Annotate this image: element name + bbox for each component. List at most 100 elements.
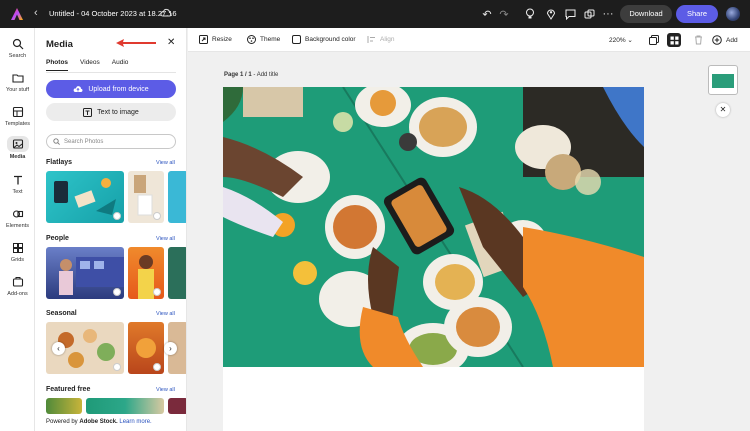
rail-item-text[interactable]: Text [0, 174, 35, 195]
canvas-toolbar: Resize Theme Background color Align 220%… [188, 28, 750, 52]
add-page-button[interactable]: Add [712, 35, 738, 45]
rail-label: Templates [4, 121, 31, 127]
search-photos-input[interactable]: Search Photos [46, 134, 176, 149]
left-rail: Search Your stuff Templates Media Text E… [0, 28, 35, 431]
page-number: Page 1 / 1 [224, 72, 252, 78]
photo-thumbnail[interactable] [128, 171, 164, 223]
carousel-next-button[interactable]: › [164, 342, 177, 355]
resize-button[interactable]: Resize [199, 35, 232, 44]
grids-icon [12, 243, 23, 253]
premium-badge-icon [153, 363, 161, 371]
add-icon [712, 35, 722, 45]
search-icon [12, 38, 23, 50]
search-placeholder: Search Photos [64, 138, 104, 145]
section-title-flatlays: Flatlays [46, 159, 73, 166]
undo-icon[interactable]: ↶ [480, 7, 494, 21]
back-chevron-icon[interactable]: ‹ [34, 7, 38, 19]
upload-label: Upload from device [88, 85, 149, 93]
close-icon[interactable]: ✕ [716, 103, 730, 117]
align-button[interactable]: Align [367, 35, 394, 44]
photo-thumbnail[interactable] [86, 398, 164, 414]
more-icon[interactable]: ··· [601, 7, 615, 21]
page-thumbnail-image [712, 74, 734, 88]
canvas-workspace: Page 1 / 1 - Add title ✕ [188, 53, 750, 431]
photo-thumbnail[interactable] [46, 171, 124, 223]
theme-button[interactable]: Theme [247, 35, 280, 44]
rail-item-search[interactable]: Search [0, 38, 35, 59]
share-link-icon[interactable] [582, 7, 596, 21]
rail-item-add-ons[interactable]: Add-ons [0, 276, 35, 297]
align-icon [367, 36, 375, 43]
design-page[interactable] [223, 87, 644, 431]
rail-item-grids[interactable]: Grids [0, 242, 35, 263]
pages-icon[interactable] [647, 33, 661, 47]
premium-badge-icon [113, 363, 121, 371]
zoom-level[interactable]: 220% ⌄ [609, 36, 633, 44]
lightbulb-icon[interactable] [523, 7, 537, 21]
text-icon [13, 175, 22, 185]
resize-label: Resize [212, 36, 232, 43]
adobe-stock-footer: Powered by Adobe Stock. Learn more. [46, 419, 152, 425]
photo-thumbnail[interactable] [46, 247, 124, 299]
theme-label: Theme [260, 36, 281, 43]
section-title-people: People [46, 235, 69, 242]
cloud-icon [160, 8, 172, 17]
rail-label: Search [8, 53, 27, 59]
photo-thumbnail[interactable] [128, 322, 164, 374]
tabs-divider [46, 72, 176, 73]
share-button[interactable]: Share [676, 5, 718, 23]
rail-item-your-stuff[interactable]: Your stuff [0, 72, 35, 93]
grid-view-icon[interactable] [667, 33, 681, 47]
close-icon[interactable]: ✕ [167, 37, 175, 48]
view-all-seasonal-link[interactable]: View all [156, 311, 175, 317]
background-color-button[interactable]: Background color [292, 35, 356, 44]
rail-item-templates[interactable]: Templates [0, 106, 35, 127]
cloud-upload-icon [73, 86, 83, 92]
add-title-link[interactable]: Add title [257, 72, 279, 78]
canvas-photo[interactable] [223, 87, 644, 367]
zoom-value: 220% [609, 37, 626, 44]
add-label: Add [726, 36, 738, 44]
search-icon [53, 138, 60, 145]
adobe-express-logo-icon[interactable] [10, 7, 24, 21]
photo-thumbnail[interactable] [168, 171, 186, 223]
page-label: Page 1 / 1 - Add title [224, 72, 278, 78]
rail-label: Grids [10, 257, 25, 263]
location-pin-icon[interactable] [544, 7, 558, 21]
tab-audio[interactable]: Audio [112, 59, 129, 71]
addons-icon [12, 277, 23, 287]
trash-icon[interactable] [691, 33, 705, 47]
page-thumbnail[interactable] [708, 65, 738, 95]
download-button[interactable]: Download [620, 5, 672, 23]
rail-item-elements[interactable]: Elements [0, 208, 35, 229]
photo-thumbnail[interactable] [168, 398, 186, 414]
footer-brand: Adobe Stock. [79, 419, 118, 425]
rail-item-media[interactable]: Media [0, 136, 35, 160]
rail-label: Media [9, 154, 26, 160]
document-title[interactable]: Untitled - 04 October 2023 at 18.27.16 [49, 9, 177, 18]
redo-icon[interactable]: ↷ [497, 7, 511, 21]
text-to-image-button[interactable]: Text to image [46, 103, 176, 121]
photo-thumbnail[interactable] [168, 247, 186, 299]
view-all-featured-free-link[interactable]: View all [156, 387, 175, 393]
rail-label: Elements [6, 223, 29, 229]
media-tabs: Photos Videos Audio [46, 59, 128, 71]
view-all-people-link[interactable]: View all [156, 236, 175, 242]
learn-more-link[interactable]: Learn more. [119, 419, 151, 425]
avatar[interactable] [726, 7, 740, 21]
elements-icon [12, 210, 23, 218]
palette-icon [247, 35, 256, 44]
media-icon [12, 139, 23, 149]
comment-icon[interactable] [563, 7, 577, 21]
background-color-icon [292, 35, 301, 44]
tab-videos[interactable]: Videos [80, 59, 100, 71]
view-all-flatlays-link[interactable]: View all [156, 160, 175, 166]
section-title-featured-free: Featured free [46, 386, 91, 393]
section-title-seasonal: Seasonal [46, 310, 77, 317]
photo-thumbnail[interactable] [128, 247, 164, 299]
tab-photos[interactable]: Photos [46, 59, 69, 71]
carousel-prev-button[interactable]: ‹ [52, 342, 65, 355]
footer-prefix: Powered by [46, 419, 80, 425]
upload-from-device-button[interactable]: Upload from device [46, 80, 176, 98]
photo-thumbnail[interactable] [46, 398, 82, 414]
